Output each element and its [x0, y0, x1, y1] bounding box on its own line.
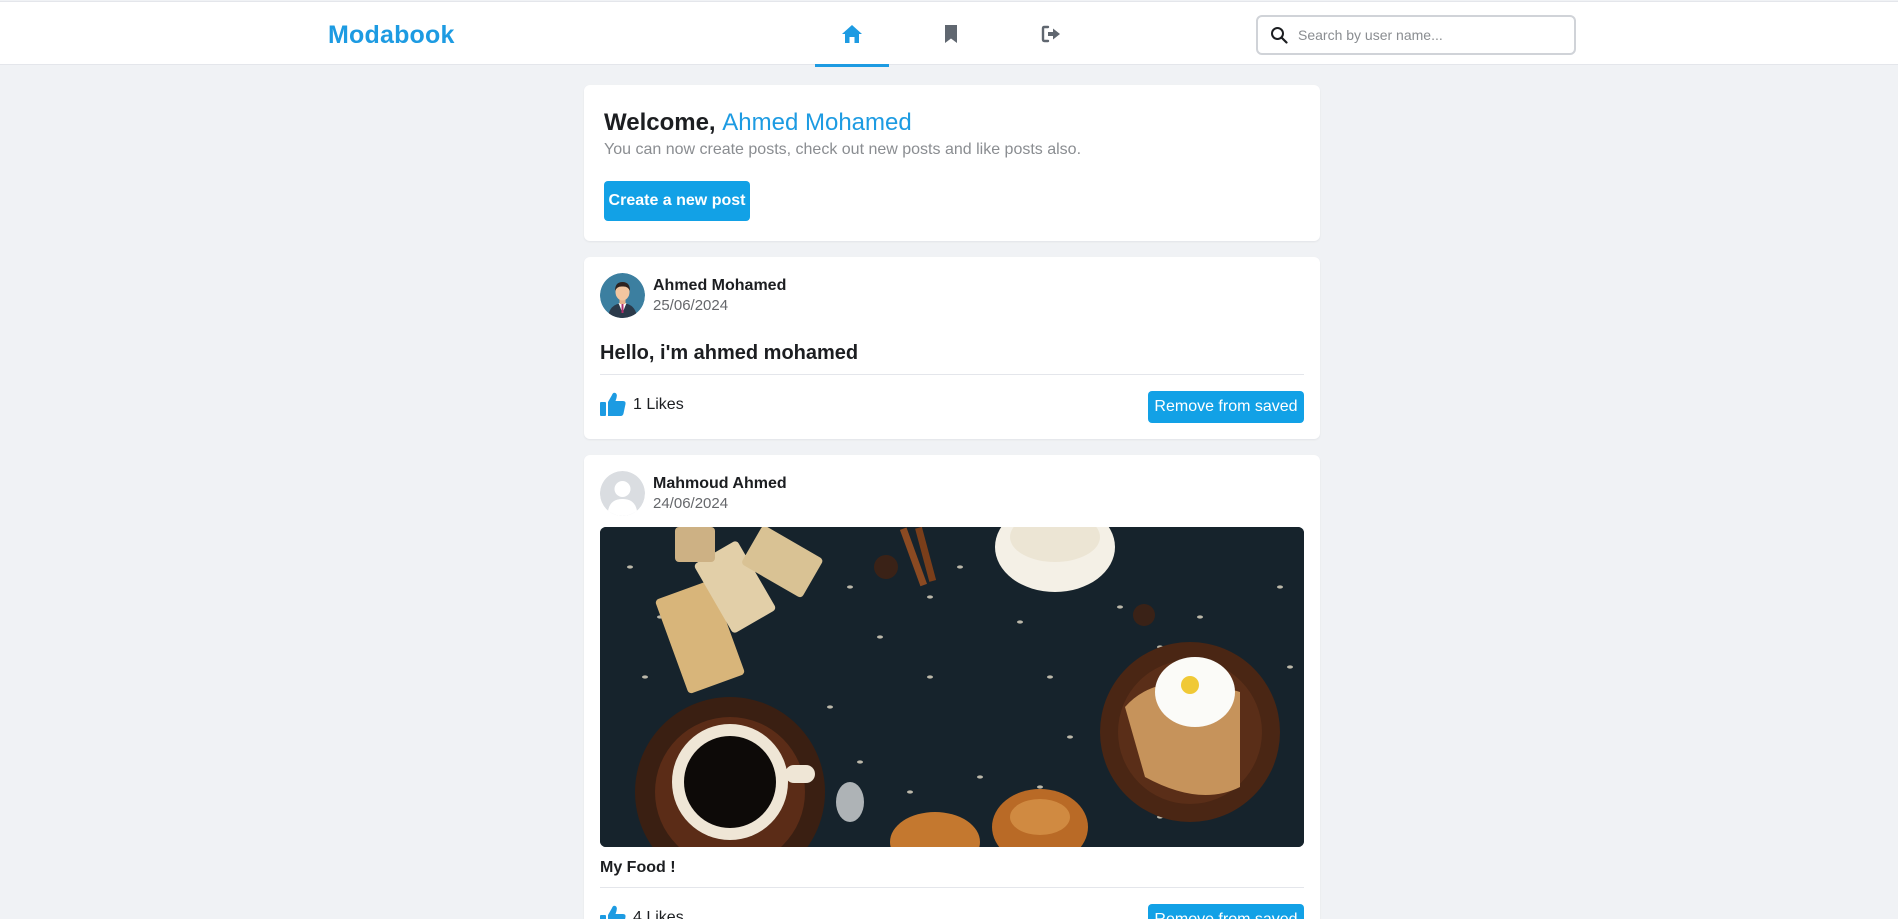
post-date: 25/06/2024 [653, 297, 729, 314]
tab-saved[interactable] [914, 2, 988, 66]
man-avatar-icon [600, 273, 645, 318]
likes-count: 4 Likes [633, 909, 684, 919]
search-box [1256, 15, 1576, 55]
likes-count: 1 Likes [633, 396, 684, 413]
welcome-heading: Welcome, Ahmed Mohamed [604, 109, 912, 137]
divider [600, 887, 1304, 888]
post-card: Ahmed Mohamed 25/06/2024 Hello, i'm ahme… [584, 257, 1320, 439]
app-logo[interactable]: Modabook [328, 21, 455, 50]
top-navbar: Modabook [0, 1, 1898, 67]
food-photo [600, 527, 1304, 847]
home-icon [842, 25, 862, 43]
post-text: My Food ! [600, 859, 676, 876]
post-author[interactable]: Ahmed Mohamed [653, 277, 786, 295]
post-date: 24/06/2024 [653, 495, 729, 512]
search-icon [1271, 27, 1288, 44]
welcome-card: Welcome, Ahmed Mohamed You can now creat… [584, 85, 1320, 241]
thumbs-up-icon[interactable] [600, 905, 626, 919]
welcome-subtitle: You can now create posts, check out new … [604, 141, 1082, 158]
post-card: Mahmoud Ahmed 24/06/2024 My Food ! 4 Lik… [584, 455, 1320, 919]
post-author[interactable]: Mahmoud Ahmed [653, 475, 787, 493]
welcome-user-name: Ahmed Mohamed [722, 109, 912, 136]
tab-logout[interactable] [1014, 2, 1088, 66]
logout-icon [1041, 25, 1060, 43]
tab-home[interactable] [815, 2, 889, 67]
post-text: Hello, i'm ahmed mohamed [600, 342, 859, 364]
default-avatar-icon [600, 471, 645, 516]
bookmark-icon [945, 25, 957, 43]
remove-from-saved-button[interactable]: Remove from saved [1148, 391, 1304, 423]
thumbs-up-icon[interactable] [600, 392, 626, 416]
divider [600, 374, 1304, 375]
search-input[interactable] [1298, 27, 1548, 43]
post-image[interactable] [600, 527, 1304, 847]
create-post-button[interactable]: Create a new post [604, 181, 750, 221]
remove-from-saved-button[interactable]: Remove from saved [1148, 904, 1304, 919]
welcome-greeting: Welcome, [604, 109, 716, 136]
avatar[interactable] [600, 273, 645, 318]
avatar[interactable] [600, 471, 645, 516]
